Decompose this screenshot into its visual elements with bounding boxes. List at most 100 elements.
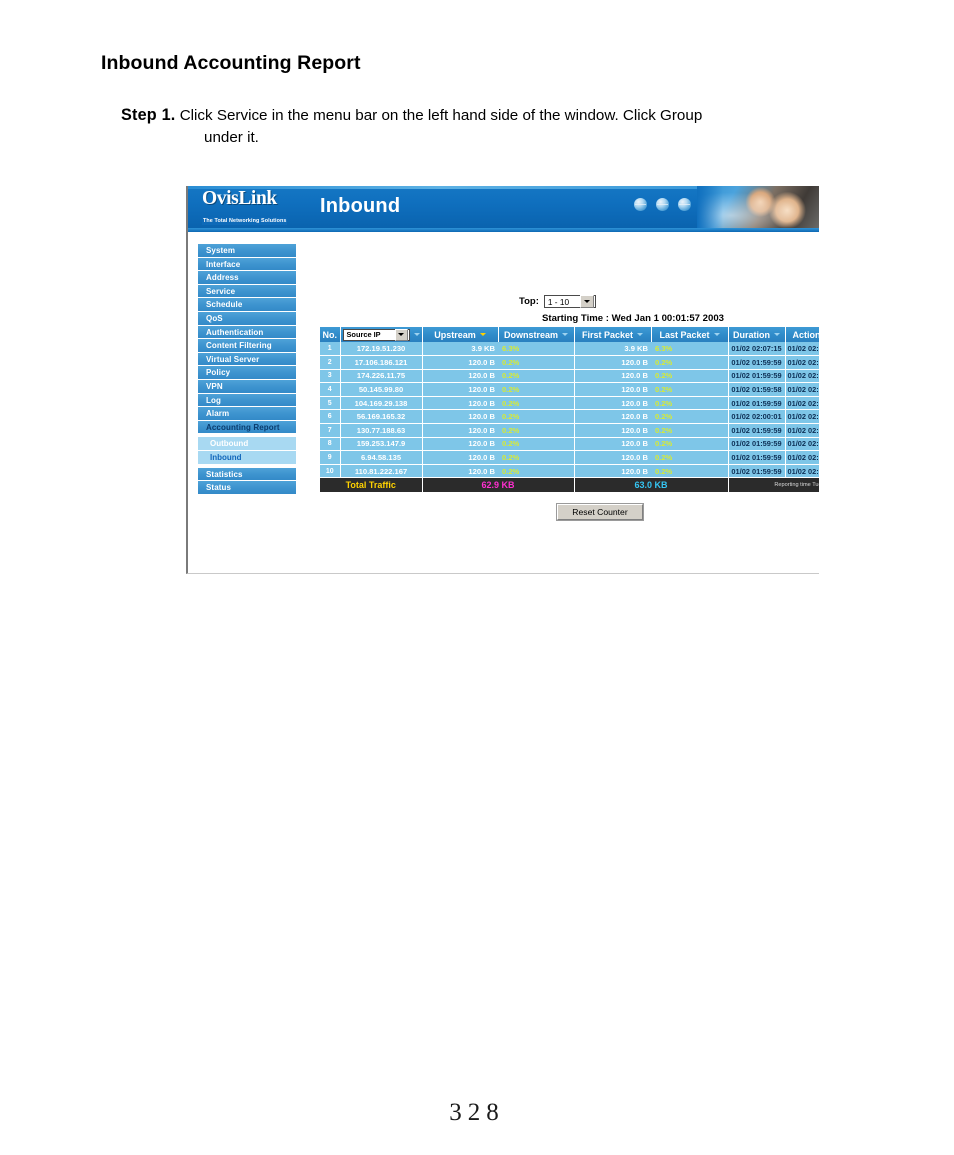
globe-icon[interactable]	[678, 198, 691, 211]
page-title: Inbound Accounting Report	[101, 52, 361, 74]
row-last-packet: 01/02 02:03:14	[785, 409, 819, 425]
sidebar-item-interface[interactable]: Interface	[198, 257, 296, 272]
table-row: 9 6.94.58.135 120.0 B 0.2% 120.0 B 0.2% 01/02 …	[320, 450, 819, 465]
chevron-down-icon[interactable]	[394, 328, 408, 341]
sort-arrow-icon[interactable]	[562, 333, 568, 336]
row-upstream-bytes: 3.9 KB	[422, 342, 498, 357]
column-header-duration[interactable]: Duration	[728, 327, 786, 342]
last-packet-header-inner: Last Packet	[655, 330, 725, 340]
row-first-packet: 01/02 01:59:59	[728, 355, 786, 370]
column-header-first-packet[interactable]: First Packet	[574, 327, 652, 342]
table-header-row: No. Source IP Upstream Downstream First …	[320, 327, 819, 342]
row-downstream-percent: 0.2%	[651, 409, 729, 425]
row-downstream-bytes: 120.0 B	[574, 382, 651, 397]
sidebar-item-status[interactable]: Status	[198, 481, 296, 495]
row-downstream-bytes: 120.0 B	[574, 423, 651, 438]
table-row: 5 104.169.29.138 120.0 B 0.2% 120.0 B 0.2% 01/…	[320, 396, 819, 411]
row-source-ip: 56.169.165.32	[340, 409, 423, 425]
sidebar-item-accounting-report[interactable]: Accounting Report	[198, 420, 296, 435]
duration-header-inner: Duration	[732, 330, 782, 340]
row-downstream-percent: 0.2%	[651, 450, 729, 465]
reset-button-wrap: Reset Counter	[320, 502, 819, 521]
row-source-ip: 174.226.11.75	[340, 369, 423, 384]
row-upstream-percent: 0.2%	[498, 355, 575, 370]
embedded-screenshot: OvisLink The Total Networking Solutions …	[186, 186, 819, 574]
first-packet-header-inner: First Packet	[578, 330, 648, 340]
column-header-downstream[interactable]: Downstream	[498, 327, 575, 342]
sidebar-item-address[interactable]: Address	[198, 271, 296, 285]
row-downstream-bytes: 120.0 B	[574, 369, 651, 384]
row-upstream-percent: 0.2%	[498, 369, 575, 384]
app-banner: OvisLink The Total Networking Solutions …	[188, 186, 819, 228]
sidebar-subitem-outbound[interactable]: Outbound	[198, 437, 296, 451]
column-header-last-packet[interactable]: Last Packet	[651, 327, 729, 342]
table-row: 1 172.19.51.230 3.9 KB 6.3% 3.9 KB 6.3% 01/02 …	[320, 342, 819, 357]
sidebar-item-alarm[interactable]: Alarm	[198, 407, 296, 421]
row-last-packet: 01/02 02:06:34	[785, 450, 819, 465]
globe-icon[interactable]	[634, 198, 647, 211]
sort-arrow-icon[interactable]	[413, 333, 420, 336]
row-first-packet: 01/02 02:07:15	[728, 342, 786, 357]
sort-arrow-icon[interactable]	[774, 333, 780, 336]
step-instruction: Step 1. Click Service in the menu bar on…	[121, 105, 881, 148]
row-downstream-bytes: 120.0 B	[574, 396, 651, 411]
row-downstream-bytes: 120.0 B	[574, 450, 651, 465]
row-downstream-percent: 0.2%	[651, 369, 729, 384]
row-upstream-percent: 0.2%	[498, 396, 575, 411]
row-upstream-bytes: 120.0 B	[422, 355, 498, 370]
row-upstream-percent: 0.2%	[498, 464, 575, 479]
chevron-down-icon[interactable]	[579, 295, 594, 308]
row-source-ip: 17.106.186.121	[340, 355, 423, 370]
row-number: 5	[320, 396, 341, 411]
sidebar-item-log[interactable]: Log	[198, 393, 296, 408]
sidebar-item-schedule[interactable]: Schedule	[198, 298, 296, 312]
column-header-upstream[interactable]: Upstream	[422, 327, 499, 342]
reset-counter-button[interactable]: Reset Counter	[556, 503, 644, 521]
starting-time-label: Starting Time : Wed Jan 1 00:01:57 2003	[542, 313, 725, 324]
total-traffic-row: Total Traffic 62.9 KB 63.0 KB Reporting …	[320, 477, 819, 492]
row-first-packet: 01/02 01:59:59	[728, 369, 786, 384]
row-last-packet: 01/02 02:06:34	[785, 355, 819, 370]
banner-page-title: Inbound	[320, 195, 401, 217]
row-upstream-bytes: 120.0 B	[422, 464, 498, 479]
row-upstream-percent: 0.2%	[498, 450, 575, 465]
sidebar-item-policy[interactable]: Policy	[198, 366, 296, 380]
top-range-select[interactable]: 1 - 10	[543, 295, 596, 308]
table-row: 7 130.77.188.63 120.0 B 0.2% 120.0 B 0.2% 01/0…	[320, 423, 819, 438]
row-source-ip: 50.145.99.80	[340, 382, 423, 397]
sidebar-item-system[interactable]: System	[198, 244, 296, 258]
downstream-header-inner: Downstream	[502, 330, 571, 340]
globe-icon[interactable]	[656, 198, 669, 211]
row-number: 7	[320, 423, 341, 438]
row-downstream-bytes: 120.0 B	[574, 355, 651, 370]
sidebar-item-statistics[interactable]: Statistics	[198, 467, 296, 482]
sidebar-item-content-filtering[interactable]: Content Filtering	[198, 339, 296, 353]
row-first-packet: 01/02 01:59:59	[728, 450, 786, 465]
row-last-packet: 01/02 02:06:34	[785, 437, 819, 452]
sidebar-item-vpn[interactable]: VPN	[198, 379, 296, 394]
row-downstream-percent: 0.2%	[651, 464, 729, 479]
row-downstream-bytes: 120.0 B	[574, 437, 651, 452]
sidebar-item-qos[interactable]: QoS	[198, 311, 296, 326]
upstream-header-inner: Upstream	[426, 330, 495, 340]
sidebar-item-service[interactable]: Service	[198, 284, 296, 299]
table-row: 6 56.169.165.32 120.0 B 0.2% 120.0 B 0.2% 01/0…	[320, 409, 819, 425]
column-header-no: No.	[320, 327, 341, 342]
source-ip-select[interactable]: Source IP	[342, 328, 410, 341]
row-upstream-bytes: 120.0 B	[422, 423, 498, 438]
sort-arrow-icon[interactable]	[713, 333, 720, 336]
sort-arrow-icon[interactable]	[637, 333, 644, 336]
sidebar-item-authentication[interactable]: Authentication	[198, 325, 296, 340]
row-downstream-bytes: 120.0 B	[574, 464, 651, 479]
row-upstream-percent: 0.2%	[498, 409, 575, 425]
sort-arrow-icon[interactable]	[479, 333, 486, 336]
sidebar-item-virtual-server[interactable]: Virtual Server	[198, 352, 296, 367]
row-downstream-percent: 0.2%	[651, 382, 729, 397]
top-range-value: 1 - 10	[547, 296, 570, 307]
sidebar-subitem-inbound[interactable]: Inbound	[198, 450, 296, 465]
row-first-packet: 01/02 01:59:59	[728, 464, 786, 479]
row-upstream-percent: 0.2%	[498, 423, 575, 438]
accounting-table: No. Source IP Upstream Downstream First …	[320, 327, 819, 492]
total-upstream-value: 62.9 KB	[422, 477, 575, 492]
row-number: 8	[320, 437, 341, 452]
